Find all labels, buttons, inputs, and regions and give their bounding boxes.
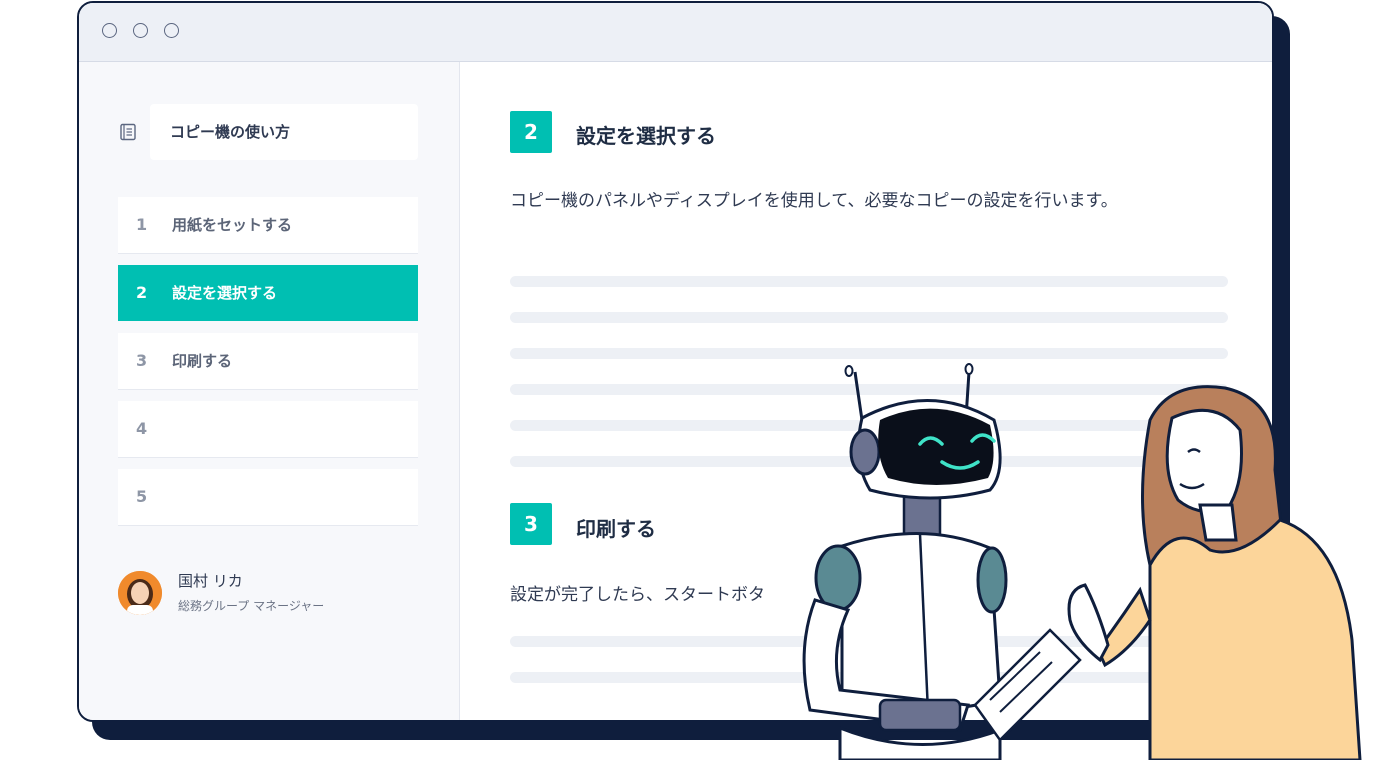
- document-title[interactable]: コピー機の使い方: [150, 104, 418, 160]
- step-label: 用紙をセットする: [172, 216, 293, 234]
- step-number: 3: [136, 351, 148, 370]
- window-dot-3[interactable]: [164, 23, 179, 38]
- step-item-3[interactable]: 3 印刷する: [118, 333, 418, 389]
- step-label: 印刷する: [172, 352, 233, 370]
- section-heading: 設定を選択する: [576, 124, 716, 148]
- section-number-badge: 2: [510, 111, 552, 153]
- step-number: 2: [136, 283, 148, 302]
- user-name: 国村 リカ: [178, 572, 243, 590]
- step-number: 5: [136, 487, 148, 506]
- step-item-1[interactable]: 1 用紙をセットする: [118, 197, 418, 253]
- robot-and-woman-illustration: [802, 363, 1362, 760]
- step-item-5[interactable]: 5: [118, 469, 418, 525]
- step-label: 設定を選択する: [172, 284, 278, 302]
- section-text: コピー機のパネルやディスプレイを使用して、必要なコピーの設定を行います。: [510, 191, 1118, 211]
- title-bar: [79, 3, 1272, 62]
- window-dot-2[interactable]: [133, 23, 148, 38]
- placeholder-line: [510, 276, 1228, 287]
- placeholder-line: [510, 312, 1228, 323]
- window-dot-1[interactable]: [102, 23, 117, 38]
- step-item-2[interactable]: 2 設定を選択する: [118, 265, 418, 321]
- avatar: [118, 571, 162, 615]
- step-number: 1: [136, 215, 148, 234]
- section-number-badge: 3: [510, 503, 552, 545]
- user-role: 総務グループ マネージャー: [178, 599, 325, 613]
- sidebar: コピー機の使い方 1 用紙をセットする 2 設定を選択する 3 印刷する 4 5: [79, 62, 460, 720]
- section-heading: 印刷する: [576, 517, 656, 541]
- document-icon: [120, 123, 136, 141]
- step-item-4[interactable]: 4: [118, 401, 418, 457]
- placeholder-line: [510, 348, 1228, 359]
- step-number: 4: [136, 419, 148, 438]
